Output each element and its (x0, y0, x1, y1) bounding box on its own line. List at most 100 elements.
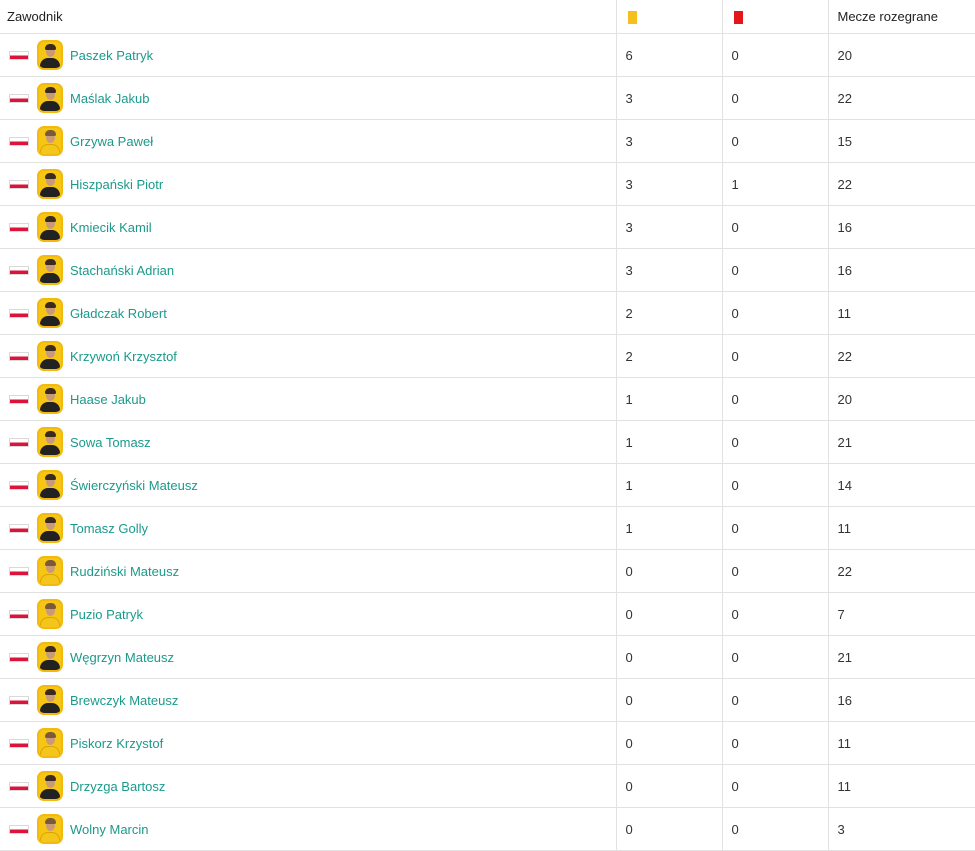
avatar-shirt (40, 746, 60, 756)
yellow-cards-value: 1 (615, 420, 722, 464)
red-cards-value: 0 (721, 592, 828, 636)
red-cards-value: 0 (721, 764, 828, 808)
red-cards-value: 0 (721, 76, 828, 120)
red-cards-value: 0 (721, 549, 828, 593)
player-info: Maślak Jakub (0, 77, 616, 119)
player-stats-table: Zawodnik Mecze rozegrane Paszek Patryk 6 0… (0, 0, 975, 851)
player-name-link[interactable]: Hiszpański Piotr (70, 177, 163, 192)
column-header-red-cards[interactable] (721, 0, 828, 34)
red-cards-value: 0 (721, 291, 828, 335)
player-avatar[interactable] (37, 169, 63, 199)
player-info: Rudziński Mateusz (0, 550, 616, 592)
player-avatar[interactable] (37, 513, 63, 543)
player-avatar[interactable] (37, 341, 63, 371)
table-row: Hiszpański Piotr 3 1 22 (0, 162, 975, 206)
poland-flag-icon (9, 738, 29, 748)
yellow-cards-value: 2 (615, 334, 722, 378)
player-avatar[interactable] (37, 40, 63, 70)
avatar-shirt (40, 187, 60, 197)
table-row: Grzywa Paweł 3 0 15 (0, 119, 975, 163)
red-cards-value: 0 (721, 807, 828, 851)
red-cards-value: 0 (721, 377, 828, 421)
table-row: Tomasz Golly 1 0 11 (0, 506, 975, 550)
games-played-value: 16 (827, 205, 975, 249)
player-cell: Piskorz Krzystof (0, 721, 616, 765)
player-avatar[interactable] (37, 685, 63, 715)
player-cell: Rudziński Mateusz (0, 549, 616, 593)
red-cards-value: 0 (721, 205, 828, 249)
red-cards-value: 0 (721, 119, 828, 163)
player-name-link[interactable]: Tomasz Golly (70, 521, 148, 536)
avatar-hair (45, 517, 56, 523)
yellow-cards-value: 0 (615, 764, 722, 808)
player-avatar[interactable] (37, 255, 63, 285)
red-cards-value: 1 (721, 162, 828, 206)
player-name-link[interactable]: Węgrzyn Mateusz (70, 650, 174, 665)
player-name-link[interactable]: Kmiecik Kamil (70, 220, 152, 235)
player-name-link[interactable]: Grzywa Paweł (70, 134, 153, 149)
player-avatar[interactable] (37, 728, 63, 758)
player-name-link[interactable]: Stachański Adrian (70, 263, 174, 278)
player-name-link[interactable]: Krzywoń Krzysztof (70, 349, 177, 364)
player-avatar[interactable] (37, 771, 63, 801)
yellow-cards-value: 1 (615, 463, 722, 507)
player-avatar[interactable] (37, 556, 63, 586)
poland-flag-icon (9, 480, 29, 490)
player-info: Sowa Tomasz (0, 421, 616, 463)
player-name-link[interactable]: Puzio Patryk (70, 607, 143, 622)
player-name-link[interactable]: Wolny Marcin (70, 822, 149, 837)
player-avatar[interactable] (37, 599, 63, 629)
table-row: Piskorz Krzystof 0 0 11 (0, 721, 975, 765)
red-card-icon (733, 11, 743, 25)
player-name-link[interactable]: Piskorz Krzystof (70, 736, 163, 751)
column-header-player[interactable]: Zawodnik (0, 0, 616, 34)
column-header-games-played[interactable]: Mecze rozegrane (827, 0, 975, 34)
player-avatar[interactable] (37, 642, 63, 672)
player-avatar[interactable] (37, 384, 63, 414)
player-name-link[interactable]: Brewczyk Mateusz (70, 693, 178, 708)
avatar-hair (45, 302, 56, 308)
column-header-yellow-cards[interactable] (615, 0, 722, 34)
games-played-value: 16 (827, 678, 975, 722)
games-played-value: 21 (827, 420, 975, 464)
avatar-shirt (40, 101, 60, 111)
poland-flag-icon (9, 222, 29, 232)
player-name-link[interactable]: Paszek Patryk (70, 48, 153, 63)
player-avatar[interactable] (37, 470, 63, 500)
player-name-link[interactable]: Drzyzga Bartosz (70, 779, 165, 794)
table-row: Maślak Jakub 3 0 22 (0, 76, 975, 120)
player-info: Węgrzyn Mateusz (0, 636, 616, 678)
player-avatar[interactable] (37, 814, 63, 844)
player-info: Drzyzga Bartosz (0, 765, 616, 807)
player-name-link[interactable]: Sowa Tomasz (70, 435, 151, 450)
poland-flag-icon (9, 351, 29, 361)
poland-flag-icon (9, 136, 29, 146)
red-cards-value: 0 (721, 420, 828, 464)
table-row: Węgrzyn Mateusz 0 0 21 (0, 635, 975, 679)
player-info: Świerczyński Mateusz (0, 464, 616, 506)
avatar-shirt (40, 617, 60, 627)
player-name-link[interactable]: Haase Jakub (70, 392, 146, 407)
player-avatar[interactable] (37, 427, 63, 457)
player-name-link[interactable]: Rudziński Mateusz (70, 564, 179, 579)
player-info: Tomasz Golly (0, 507, 616, 549)
games-played-value: 22 (827, 549, 975, 593)
yellow-cards-value: 3 (615, 205, 722, 249)
avatar-shirt (40, 789, 60, 799)
player-avatar[interactable] (37, 298, 63, 328)
player-avatar[interactable] (37, 83, 63, 113)
yellow-cards-value: 0 (615, 592, 722, 636)
red-cards-value: 0 (721, 721, 828, 765)
player-avatar[interactable] (37, 126, 63, 156)
player-name-link[interactable]: Gładczak Robert (70, 306, 167, 321)
poland-flag-icon (9, 179, 29, 189)
player-name-link[interactable]: Maślak Jakub (70, 91, 149, 106)
player-name-link[interactable]: Świerczyński Mateusz (70, 478, 198, 493)
games-played-value: 21 (827, 635, 975, 679)
player-avatar[interactable] (37, 212, 63, 242)
player-cell: Puzio Patryk (0, 592, 616, 636)
red-cards-value: 0 (721, 33, 828, 77)
yellow-cards-value: 0 (615, 635, 722, 679)
yellow-cards-value: 3 (615, 76, 722, 120)
games-played-value: 22 (827, 334, 975, 378)
